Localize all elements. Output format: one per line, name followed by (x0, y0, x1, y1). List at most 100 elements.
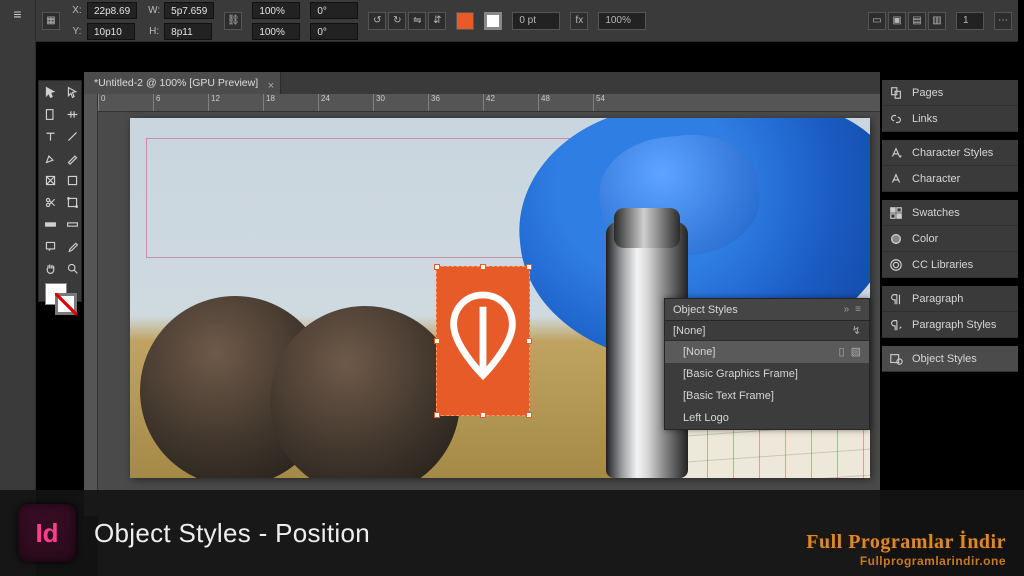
watermark: Full Programlar İndir Fullprogramlarindi… (806, 531, 1006, 568)
ruler-tick: 24 (318, 94, 373, 111)
panel-collapse-icon[interactable]: » (844, 299, 850, 321)
hand-tool[interactable] (39, 257, 61, 279)
object-style-item[interactable]: [Basic Graphics Frame] (665, 363, 869, 385)
panel-title: Object Styles (673, 299, 738, 321)
text-wrap-around-icon[interactable]: ▣ (888, 12, 906, 30)
ruler-tick: 6 (153, 94, 208, 111)
opacity-input[interactable]: 100% (598, 12, 646, 30)
stroke-swatch-icon[interactable] (484, 12, 502, 30)
dock-color[interactable]: Color (882, 226, 1018, 252)
ruler-tick: 36 (428, 94, 483, 111)
pencil-tool[interactable] (61, 147, 83, 169)
ruler-tick: 54 (593, 94, 648, 111)
page-tool[interactable] (39, 103, 61, 125)
swatches-icon (888, 205, 904, 221)
fill-swatch-icon[interactable] (456, 12, 474, 30)
dock-obj-styles[interactable]: Object Styles (882, 346, 1018, 372)
object-style-item[interactable]: [None]▯▧ (665, 341, 869, 363)
menu-icon[interactable]: ≡ (13, 6, 21, 22)
panel-dock: Pages Links Character Styles Character Swatc… (882, 80, 1018, 372)
links-icon (888, 111, 904, 127)
document-title: *Untitled-2 @ 100% [GPU Preview] (94, 77, 258, 89)
type-tool[interactable] (39, 125, 61, 147)
line-tool[interactable] (61, 125, 83, 147)
scale-x-input[interactable]: 100% (252, 2, 300, 19)
dock-character[interactable]: Character (882, 166, 1018, 192)
zoom-tool[interactable] (61, 257, 83, 279)
scale-y-input[interactable]: 100% (252, 23, 300, 40)
object-style-item[interactable]: Left Logo (665, 407, 869, 429)
document-tab-bar: *Untitled-2 @ 100% [GPU Preview] × (84, 72, 880, 94)
stroke-weight-input[interactable]: 0 pt (512, 12, 560, 30)
watermark-title: Full Programlar İndir (806, 531, 1006, 554)
text-frame-icon[interactable]: ▯ (839, 341, 845, 363)
panel-current-style[interactable]: [None] ↯ (665, 321, 869, 341)
rotate-cw-icon[interactable]: ↻ (388, 12, 406, 30)
flip-v-icon[interactable]: ⇵ (428, 12, 446, 30)
constrain-icon[interactable]: ⛓ (224, 12, 242, 30)
dock-label: Swatches (912, 207, 960, 219)
free-transform-tool[interactable] (61, 191, 83, 213)
ruler-horizontal[interactable]: 061218243036424854 (98, 94, 880, 112)
rectangle-frame-tool[interactable] (39, 169, 61, 191)
gap-tool[interactable] (61, 103, 83, 125)
text-wrap-column-icon[interactable]: ▥ (928, 12, 946, 30)
x-label: X: (70, 5, 84, 16)
page-number[interactable]: 1 (956, 12, 984, 30)
dock-para-styles[interactable]: Paragraph Styles (882, 312, 1018, 338)
x-input[interactable]: 22p8.69 (87, 2, 137, 19)
dock-paragraph[interactable]: Paragraph (882, 286, 1018, 312)
object-styles-panel[interactable]: Object Styles »≡ [None] ↯ [None]▯▧[Basic… (664, 298, 870, 430)
dock-label: Links (912, 113, 938, 125)
ruler-vertical[interactable] (84, 94, 98, 516)
eyedropper-tool[interactable] (61, 235, 83, 257)
pen-tool[interactable] (39, 147, 61, 169)
ruler-tick: 42 (483, 94, 538, 111)
app-mark: Id (35, 518, 58, 549)
dock-links[interactable]: Links (882, 106, 1018, 132)
gradient-swatch-tool[interactable] (39, 213, 61, 235)
dock-swatches[interactable]: Swatches (882, 200, 1018, 226)
selection-tool[interactable] (39, 81, 61, 103)
rotate-input[interactable]: 0° (310, 2, 358, 19)
y-input[interactable]: 10p10 (87, 23, 135, 40)
gradient-feather-tool[interactable] (61, 213, 83, 235)
panel-menu-icon[interactable]: ⋯ (994, 12, 1012, 30)
graphic-frame-icon[interactable]: ▧ (851, 341, 861, 363)
selected-object[interactable] (436, 266, 530, 416)
h-input[interactable]: 8p11 (164, 23, 212, 40)
object-style-item[interactable]: [Basic Text Frame] (665, 385, 869, 407)
dock-label: Paragraph (912, 293, 963, 305)
clear-override-icon[interactable]: ↯ (852, 321, 861, 341)
panel-tab[interactable]: Object Styles »≡ (665, 299, 869, 321)
ruler-tick: 12 (208, 94, 263, 111)
dock-cc[interactable]: CC Libraries (882, 252, 1018, 278)
dock-label: CC Libraries (912, 259, 973, 271)
ruler-tick: 30 (373, 94, 428, 111)
watermark-url: Fullprogramlarindir.one (806, 554, 1006, 568)
w-input[interactable]: 5p7.659 (164, 2, 214, 19)
panel-menu-icon[interactable]: ≡ (855, 299, 861, 321)
paragraph-icon (888, 291, 904, 307)
note-tool[interactable] (39, 235, 61, 257)
stroke-color-icon[interactable] (55, 293, 77, 315)
reference-point-icon[interactable]: ▦ (42, 12, 60, 30)
text-wrap-none-icon[interactable]: ▭ (868, 12, 886, 30)
fill-stroke-swatches[interactable] (39, 279, 83, 319)
shear-input[interactable]: 0° (310, 23, 358, 40)
banner-title: Object Styles - Position (94, 518, 370, 549)
scissors-tool[interactable] (39, 191, 61, 213)
effects-icon[interactable]: fx (570, 12, 588, 30)
rotate-ccw-icon[interactable]: ↺ (368, 12, 386, 30)
text-wrap-jump-icon[interactable]: ▤ (908, 12, 926, 30)
rectangle-tool[interactable] (61, 169, 83, 191)
dock-pages[interactable]: Pages (882, 80, 1018, 106)
y-label: Y: (70, 26, 84, 37)
dock-char-styles[interactable]: Character Styles (882, 140, 1018, 166)
document-tab[interactable]: *Untitled-2 @ 100% [GPU Preview] × (84, 72, 281, 94)
dock-label: Character (912, 173, 960, 185)
direct-selection-tool[interactable] (61, 81, 83, 103)
ruler-tick: 48 (538, 94, 593, 111)
w-label: W: (147, 5, 161, 16)
flip-h-icon[interactable]: ⇋ (408, 12, 426, 30)
